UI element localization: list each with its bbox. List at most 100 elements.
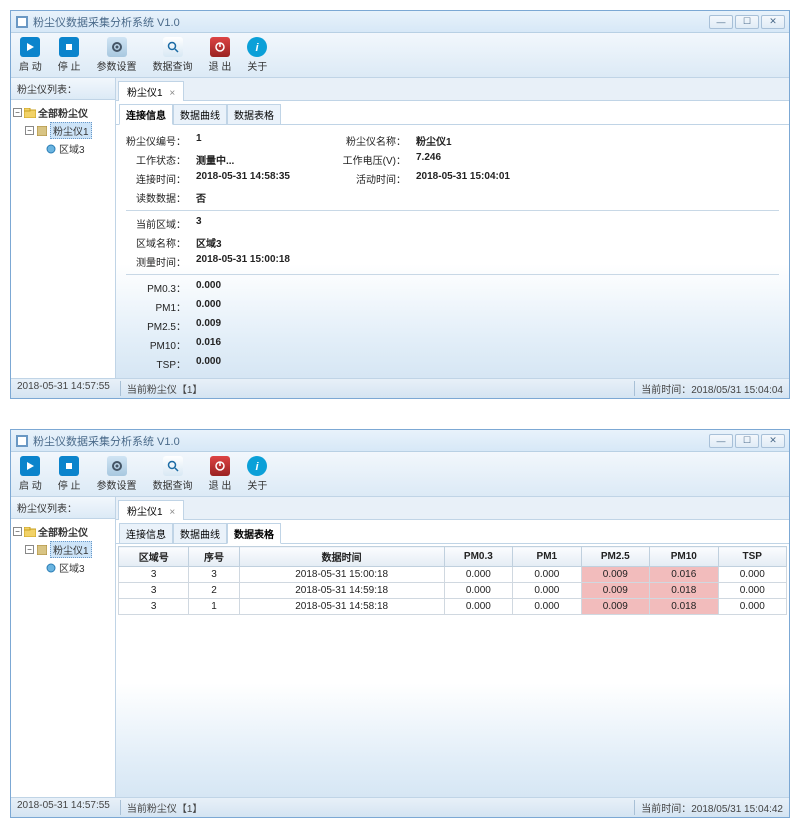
device-icon: [36, 125, 48, 137]
pm-label: PM10：: [126, 337, 196, 352]
query-button[interactable]: 数据查询: [149, 35, 197, 75]
table-cell: 2018-05-31 15:00:18: [239, 567, 444, 583]
column-header[interactable]: 数据时间: [239, 547, 444, 567]
column-header[interactable]: PM1: [513, 547, 581, 567]
sidebar-header: 粉尘仪列表：: [11, 497, 115, 519]
close-button[interactable]: ✕: [761, 434, 785, 448]
start-button[interactable]: 启 动: [15, 454, 46, 494]
titlebar[interactable]: 粉尘仪数据采集分析系统 V1.0 — ☐ ✕: [11, 11, 789, 33]
tree-root[interactable]: − 全部粉尘仪: [13, 523, 113, 540]
device-tab-label: 粉尘仪1: [127, 88, 163, 99]
minimize-button[interactable]: —: [709, 434, 733, 448]
column-header[interactable]: 序号: [189, 547, 239, 567]
info-label: 区域名称：: [126, 235, 196, 250]
query-label: 数据查询: [153, 58, 193, 73]
stop-button[interactable]: 停 止: [54, 35, 85, 75]
table-cell: 3: [119, 567, 189, 583]
region-icon: [45, 562, 57, 574]
table-cell: 0.000: [718, 583, 787, 599]
settings-label: 参数设置: [97, 58, 137, 73]
tree-region[interactable]: 区域3: [13, 140, 113, 157]
settings-button[interactable]: 参数设置: [93, 454, 141, 494]
app-title: 粉尘仪数据采集分析系统 V1.0: [33, 433, 709, 449]
titlebar[interactable]: 粉尘仪数据采集分析系统 V1.0 — ☐ ✕: [11, 430, 789, 452]
pm-value: 0.016: [196, 337, 336, 352]
collapse-icon[interactable]: −: [13, 108, 22, 117]
info-label: 当前区域：: [126, 216, 196, 231]
app-window-1: 粉尘仪数据采集分析系统 V1.0 — ☐ ✕ 启 动 停 止 参数设置: [10, 10, 790, 399]
column-header[interactable]: PM2.5: [581, 547, 649, 567]
start-button[interactable]: 启 动: [15, 35, 46, 75]
table-cell: 2018-05-31 14:58:18: [239, 599, 444, 615]
table-cell: 0.000: [718, 599, 787, 615]
close-tab-icon[interactable]: ×: [169, 507, 175, 518]
device-tabs: 粉尘仪1 ×: [116, 497, 789, 520]
collapse-icon[interactable]: −: [25, 126, 34, 135]
about-button[interactable]: i 关于: [243, 35, 271, 75]
start-label: 启 动: [19, 58, 42, 73]
info-label: 工作电压(V)：: [336, 152, 416, 167]
about-button[interactable]: i 关于: [243, 454, 271, 494]
column-header[interactable]: TSP: [718, 547, 787, 567]
exit-icon: [210, 456, 230, 476]
table-cell: 0.000: [513, 583, 581, 599]
settings-button[interactable]: 参数设置: [93, 35, 141, 75]
close-button[interactable]: ✕: [761, 15, 785, 29]
table-row[interactable]: 312018-05-31 14:58:180.0000.0000.0090.01…: [119, 599, 787, 615]
table-panel: 区域号序号数据时间PM0.3PM1PM2.5PM10TSP 332018-05-…: [116, 544, 789, 797]
device-tab[interactable]: 粉尘仪1 ×: [118, 81, 184, 101]
query-button[interactable]: 数据查询: [149, 454, 197, 494]
tree-root[interactable]: − 全部粉尘仪: [13, 104, 113, 121]
stop-button[interactable]: 停 止: [54, 454, 85, 494]
stop-icon: [59, 37, 79, 57]
gear-icon: [107, 37, 127, 57]
minimize-button[interactable]: —: [709, 15, 733, 29]
folder-icon: [24, 107, 36, 119]
device-tab[interactable]: 粉尘仪1 ×: [118, 500, 184, 520]
app-icon: [15, 434, 29, 448]
tab-info[interactable]: 连接信息: [119, 523, 173, 544]
window-controls: — ☐ ✕: [709, 15, 785, 29]
info-row: 读数数据：否: [126, 188, 779, 207]
tree-device-label: 粉尘仪1: [50, 541, 92, 558]
collapse-icon[interactable]: −: [25, 545, 34, 554]
tree-region[interactable]: 区域3: [13, 559, 113, 576]
maximize-button[interactable]: ☐: [735, 434, 759, 448]
tab-curve[interactable]: 数据曲线: [173, 523, 227, 544]
device-tree: − 全部粉尘仪 − 粉尘仪1 区域3: [11, 100, 115, 161]
exit-label: 退 出: [209, 477, 232, 492]
tree-device[interactable]: − 粉尘仪1: [13, 540, 113, 559]
column-header[interactable]: PM0.3: [444, 547, 512, 567]
tree-device[interactable]: − 粉尘仪1: [13, 121, 113, 140]
table-cell: 0.018: [650, 599, 718, 615]
tab-table[interactable]: 数据表格: [227, 523, 281, 544]
tab-curve[interactable]: 数据曲线: [173, 104, 227, 125]
table-cell: 0.016: [650, 567, 718, 583]
info-label: 测量时间：: [126, 254, 196, 269]
column-header[interactable]: 区域号: [119, 547, 189, 567]
tree-region-label: 区域3: [59, 141, 85, 156]
maximize-button[interactable]: ☐: [735, 15, 759, 29]
statusbar: 2018-05-31 14:57:55 当前粉尘仪【1】 当前时间：2018/0…: [11, 797, 789, 817]
folder-icon: [24, 526, 36, 538]
info-value: 7.246: [416, 152, 441, 167]
app-title: 粉尘仪数据采集分析系统 V1.0: [33, 14, 709, 30]
exit-button[interactable]: 退 出: [205, 454, 236, 494]
column-header[interactable]: PM10: [650, 547, 718, 567]
table-cell: 0.000: [513, 567, 581, 583]
pm-value: 0.000: [196, 299, 336, 314]
device-icon: [36, 544, 48, 556]
status-time: 2018-05-31 14:57:55: [17, 381, 110, 396]
table-row[interactable]: 332018-05-31 15:00:180.0000.0000.0090.01…: [119, 567, 787, 583]
close-tab-icon[interactable]: ×: [169, 88, 175, 99]
exit-button[interactable]: 退 出: [205, 35, 236, 75]
tab-table[interactable]: 数据表格: [227, 104, 281, 125]
tab-info[interactable]: 连接信息: [119, 104, 173, 125]
collapse-icon[interactable]: −: [13, 527, 22, 536]
svg-text:i: i: [256, 42, 260, 54]
info-row: 粉尘仪编号：1粉尘仪名称：粉尘仪1: [126, 131, 779, 150]
pm-value: 0.000: [196, 356, 336, 371]
table-row[interactable]: 322018-05-31 14:59:180.0000.0000.0090.01…: [119, 583, 787, 599]
info-label: 读数数据：: [126, 190, 196, 205]
inner-tabs: 连接信息 数据曲线 数据表格: [116, 101, 789, 125]
